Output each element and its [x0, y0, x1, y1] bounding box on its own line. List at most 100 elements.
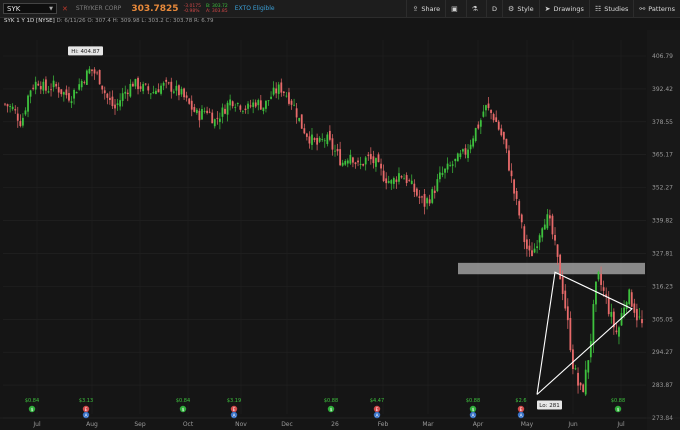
candle-body: [155, 90, 157, 95]
candle-body: [175, 85, 178, 91]
candle-body: [24, 110, 27, 115]
candle-body: [19, 121, 22, 126]
candle-body: [600, 273, 602, 285]
price-axis-tick: 294.27: [652, 349, 673, 356]
event-value: $3.19: [227, 398, 241, 404]
candle-body: [510, 170, 513, 177]
candle-body: [369, 153, 372, 160]
candle-body: [119, 100, 122, 107]
candle-body: [167, 82, 170, 84]
candle-body: [180, 88, 183, 95]
candle-body: [152, 92, 155, 94]
candle-body: [454, 158, 457, 162]
candle-body: [218, 118, 221, 122]
event-value: $0.88: [466, 398, 480, 404]
candle-body: [367, 154, 370, 156]
candle-body: [298, 117, 301, 121]
candle-body: [415, 188, 418, 196]
candle-body: [224, 108, 226, 114]
candle-body: [137, 77, 139, 90]
candle-body: [482, 111, 485, 117]
candle-body: [134, 79, 137, 87]
candle-body: [446, 163, 449, 170]
candle-body: [68, 93, 70, 101]
event-value: $0.84: [25, 398, 39, 404]
time-axis-tick: 26: [331, 421, 339, 428]
candle-body: [641, 318, 643, 324]
candle-body: [554, 234, 556, 241]
candle-body: [121, 93, 124, 101]
candle-body: [584, 369, 587, 395]
candle-body: [472, 138, 475, 147]
candle-body: [566, 306, 569, 321]
candle-body: [231, 101, 234, 107]
candle-body: [27, 95, 29, 112]
candle-body: [408, 180, 411, 181]
candle-body: [500, 128, 503, 136]
candle-body: [541, 228, 544, 238]
candle-body: [336, 148, 339, 152]
candle-body: [638, 316, 641, 318]
candle-body: [635, 308, 638, 321]
candle-body: [190, 100, 193, 110]
candle-body: [22, 117, 24, 126]
candle-body: [234, 107, 237, 108]
price-axis-tick: 316.23: [652, 283, 673, 290]
candle-body: [630, 292, 633, 307]
resistance-zone: [458, 262, 645, 275]
candle-body: [83, 82, 86, 83]
candle-body: [244, 108, 247, 111]
candle-body: [178, 85, 180, 96]
candle-body: [198, 110, 201, 121]
candle-body: [375, 158, 377, 167]
candle-body: [444, 168, 446, 173]
candle-body: [242, 110, 244, 112]
candle-body: [45, 79, 47, 91]
candle-body: [316, 137, 319, 145]
candle-body: [57, 87, 60, 93]
candle-body: [610, 311, 613, 317]
candle-body: [32, 87, 35, 89]
candle-body: [587, 360, 590, 373]
candle-body: [208, 111, 211, 113]
candle-body: [574, 368, 577, 370]
candle-body: [326, 134, 329, 145]
candle-body: [139, 86, 142, 89]
candle-body: [543, 224, 546, 230]
candle-body: [487, 103, 490, 108]
time-axis-tick: Jun: [567, 421, 578, 428]
candle-body: [497, 121, 500, 130]
candle-body: [249, 105, 252, 107]
candle-body: [428, 199, 431, 204]
price-axis-tick: 352.27: [652, 185, 673, 192]
candle-body: [597, 271, 600, 280]
price-axis-tick: 327.81: [652, 250, 673, 257]
candle-body: [395, 179, 398, 182]
time-axis-tick: May: [521, 421, 534, 428]
candle-body: [531, 250, 533, 257]
price-axis-tick: 273.84: [652, 415, 673, 422]
price-axis-tick: 283.87: [652, 382, 673, 389]
candle-body: [290, 100, 293, 105]
time-axis-tick: Dec: [281, 421, 293, 428]
candle-body: [559, 254, 562, 280]
candle-body: [47, 91, 50, 93]
candle-body: [438, 172, 441, 180]
candle-body: [259, 100, 262, 110]
candle-body: [216, 117, 219, 119]
candle-body: [441, 172, 444, 175]
candle-body: [272, 87, 275, 95]
time-axis-tick: Nov: [235, 421, 247, 428]
candle-body: [6, 104, 9, 107]
candle-body: [346, 160, 349, 164]
candle-body: [203, 110, 206, 112]
candle-body: [321, 139, 324, 140]
candle-body: [11, 106, 14, 110]
candle-body: [323, 140, 326, 142]
candle-body: [349, 154, 352, 164]
candle-body: [533, 248, 536, 253]
price-chart[interactable]: Hi: 404.87Lo: 281303.78 406.79392.42378.…: [0, 0, 680, 430]
candle-body: [50, 89, 52, 91]
candle-body: [518, 201, 521, 216]
time-axis-tick: Jul: [32, 421, 41, 428]
